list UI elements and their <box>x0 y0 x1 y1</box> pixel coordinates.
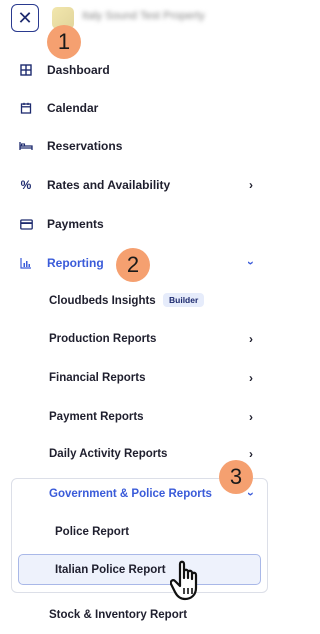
sub-item-police-report[interactable]: Police Report <box>0 513 280 551</box>
sub-item-stock-inventory-report[interactable]: Stock & Inventory Report <box>0 596 280 634</box>
chevron-right-icon: › <box>249 371 253 385</box>
sub-label-insights: Cloudbeds Insights <box>49 295 156 307</box>
nav-item-rates[interactable]: % Rates and Availability › <box>0 166 280 204</box>
nav-label-rates: Rates and Availability <box>47 178 171 192</box>
sub-label-daily: Daily Activity Reports <box>49 448 168 460</box>
nav-item-reservations[interactable]: Reservations <box>0 127 280 165</box>
chevron-right-icon: › <box>249 178 253 192</box>
credit-card-icon <box>18 216 34 232</box>
top-bar: ✕ Italy Sound Test Property <box>0 0 280 42</box>
sub-item-payment-reports[interactable]: Payment Reports › <box>0 398 280 436</box>
bed-icon <box>18 138 34 154</box>
callout-badge-3: 3 <box>219 460 253 494</box>
grid-icon <box>18 62 34 78</box>
nav-label-payments: Payments <box>47 217 104 231</box>
nav-item-dashboard[interactable]: Dashboard <box>0 51 280 89</box>
nav-label-reservations: Reservations <box>47 139 123 153</box>
chevron-down-icon: › <box>244 261 258 265</box>
sub-label-italian-police: Italian Police Report <box>55 564 166 576</box>
sub-label-government: Government & Police Reports <box>49 488 212 500</box>
chevron-right-icon: › <box>249 410 253 424</box>
nav-item-calendar[interactable]: Calendar <box>0 89 280 127</box>
sub-label-payment: Payment Reports <box>49 411 144 423</box>
property-name: Italy Sound Test Property <box>82 10 205 22</box>
bar-chart-icon <box>18 255 34 271</box>
close-icon: ✕ <box>17 7 33 28</box>
sub-label-police: Police Report <box>55 526 130 538</box>
chevron-right-icon: › <box>249 447 253 461</box>
percent-icon: % <box>20 178 32 192</box>
nav-label-reporting: Reporting <box>47 256 104 270</box>
sub-item-financial-reports[interactable]: Financial Reports › <box>0 359 280 397</box>
nav-item-payments[interactable]: Payments <box>0 205 280 243</box>
sub-label-financial: Financial Reports <box>49 372 146 384</box>
sub-item-production-reports[interactable]: Production Reports › <box>0 320 280 358</box>
close-button[interactable]: ✕ <box>11 4 39 32</box>
sub-label-stock: Stock & Inventory Report <box>49 609 188 621</box>
sub-label-production: Production Reports <box>49 333 157 345</box>
calendar-icon <box>18 100 34 116</box>
nav-label-dashboard: Dashboard <box>47 63 110 77</box>
callout-badge-2: 2 <box>116 248 150 282</box>
chevron-right-icon: › <box>249 332 253 346</box>
nav-label-calendar: Calendar <box>47 101 99 115</box>
chevron-down-icon: › <box>244 492 258 496</box>
sub-item-cloudbeds-insights[interactable]: Cloudbeds Insights <box>0 282 280 320</box>
sub-item-italian-police-report[interactable]: Italian Police Report <box>0 551 280 589</box>
builder-badge: Builder <box>163 293 205 307</box>
